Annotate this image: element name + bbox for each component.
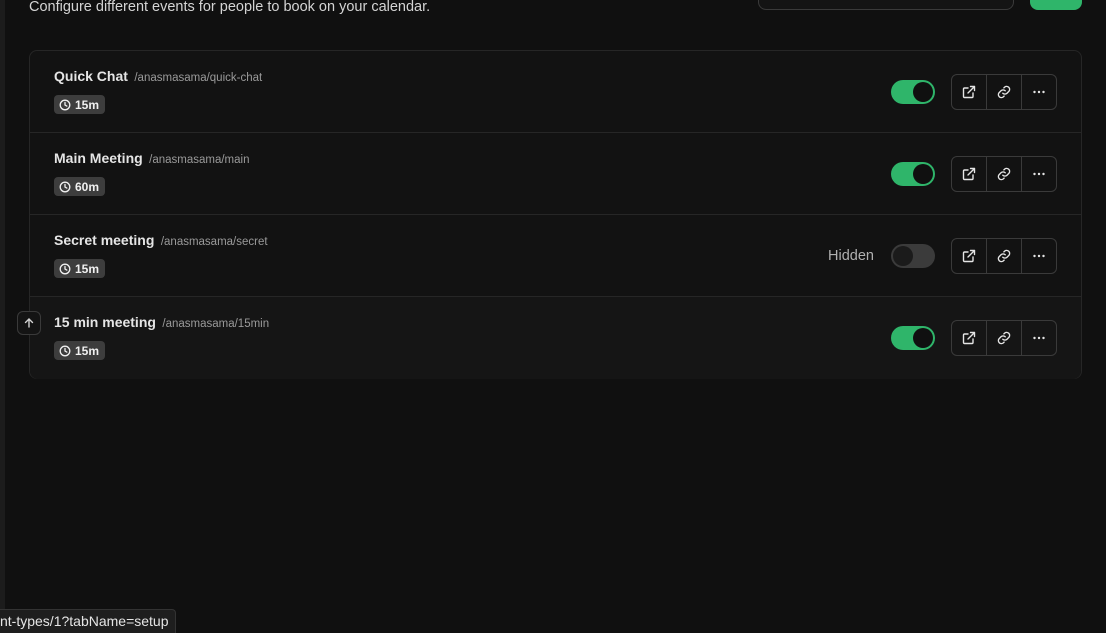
external-link-icon <box>962 249 976 263</box>
move-up-button[interactable] <box>17 311 41 335</box>
clock-icon <box>59 345 71 356</box>
event-type-row[interactable]: Quick Chat /anasmasama/quick-chat 15m <box>30 51 1081 133</box>
copy-link-button[interactable] <box>987 75 1022 109</box>
event-type-row[interactable]: 15 min meeting /anasmasama/15min 15m <box>30 297 1081 379</box>
event-title[interactable]: 15 min meeting <box>54 314 156 330</box>
event-actions <box>951 156 1057 192</box>
more-horizontal-icon <box>1033 336 1045 340</box>
more-options-button[interactable] <box>1022 239 1056 273</box>
link-icon <box>997 167 1011 181</box>
link-icon <box>997 249 1011 263</box>
preview-button[interactable] <box>952 75 987 109</box>
duration-badge: 15m <box>54 259 106 278</box>
event-types-list: Quick Chat /anasmasama/quick-chat 15m Ma… <box>29 50 1082 379</box>
hide-from-profile-toggle[interactable] <box>891 80 935 104</box>
event-slug: /anasmasama/main <box>149 154 250 166</box>
hide-from-profile-toggle[interactable] <box>891 162 935 186</box>
duration-badge: 15m <box>54 95 106 114</box>
event-actions <box>951 74 1057 110</box>
external-link-icon <box>962 331 976 345</box>
page-subtitle: Configure different events for people to… <box>29 0 431 15</box>
event-title[interactable]: Secret meeting <box>54 232 154 248</box>
duration-text: 15m <box>75 97 100 112</box>
event-slug: /anasmasama/15min <box>162 318 270 330</box>
toggle-knob <box>913 82 933 102</box>
copy-link-button[interactable] <box>987 157 1022 191</box>
link-icon <box>997 331 1011 345</box>
hidden-status-label: Hidden <box>828 248 874 264</box>
event-actions <box>951 238 1057 274</box>
copy-link-button[interactable] <box>987 321 1022 355</box>
event-title-line: Main Meeting /anasmasama/main <box>54 150 249 168</box>
search-input[interactable] <box>758 0 1014 10</box>
duration-badge: 60m <box>54 177 106 196</box>
duration-text: 15m <box>75 261 100 276</box>
hide-from-profile-toggle[interactable] <box>891 326 935 350</box>
preview-button[interactable] <box>952 321 987 355</box>
toggle-knob <box>913 328 933 348</box>
clock-icon <box>59 263 71 274</box>
sidebar-edge <box>0 0 5 633</box>
event-title[interactable]: Quick Chat <box>54 68 128 84</box>
hide-from-profile-toggle[interactable] <box>891 244 935 268</box>
toggle-knob <box>913 164 933 184</box>
toggle-knob <box>893 246 913 266</box>
more-options-button[interactable] <box>1022 321 1056 355</box>
more-horizontal-icon <box>1033 254 1045 258</box>
preview-button[interactable] <box>952 239 987 273</box>
new-event-type-button[interactable] <box>1030 0 1082 10</box>
link-icon <box>997 85 1011 99</box>
clock-icon <box>59 181 71 192</box>
external-link-icon <box>962 85 976 99</box>
event-type-row[interactable]: Secret meeting /anasmasama/secret 15m Hi… <box>30 215 1081 297</box>
event-slug: /anasmasama/quick-chat <box>134 72 263 84</box>
arrow-up-icon <box>24 318 34 328</box>
link-status-url: nt-types/1?tabName=setup <box>0 609 176 633</box>
event-actions <box>951 320 1057 356</box>
duration-text: 60m <box>75 179 100 194</box>
more-horizontal-icon <box>1033 172 1045 176</box>
event-type-row[interactable]: Main Meeting /anasmasama/main 60m <box>30 133 1081 215</box>
clock-icon <box>59 99 71 110</box>
duration-text: 15m <box>75 343 100 358</box>
event-title-line: Quick Chat /anasmasama/quick-chat <box>54 68 262 86</box>
more-options-button[interactable] <box>1022 75 1056 109</box>
external-link-icon <box>962 167 976 181</box>
copy-link-button[interactable] <box>987 239 1022 273</box>
more-options-button[interactable] <box>1022 157 1056 191</box>
event-title[interactable]: Main Meeting <box>54 150 143 166</box>
preview-button[interactable] <box>952 157 987 191</box>
event-title-line: Secret meeting /anasmasama/secret <box>54 232 268 250</box>
more-horizontal-icon <box>1033 90 1045 94</box>
duration-badge: 15m <box>54 341 106 360</box>
event-slug: /anasmasama/secret <box>160 236 268 248</box>
event-title-line: 15 min meeting /anasmasama/15min <box>54 314 269 332</box>
